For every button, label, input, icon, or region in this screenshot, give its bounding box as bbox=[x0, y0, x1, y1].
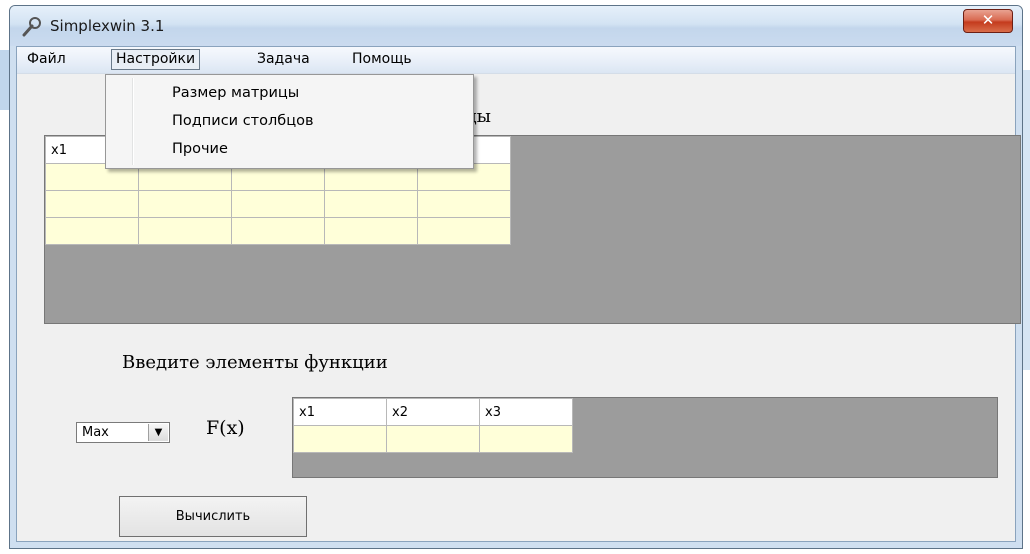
matrix-cell[interactable] bbox=[324, 217, 418, 245]
function-cell[interactable] bbox=[479, 425, 573, 453]
menu-settings[interactable]: Настройки bbox=[111, 49, 201, 70]
function-header-row: x1 x2 x3 bbox=[293, 398, 573, 426]
matrix-row bbox=[45, 217, 511, 245]
close-button[interactable]: ✕ bbox=[963, 9, 1013, 33]
menu-item-column-captions[interactable]: Подписи столбцов bbox=[172, 113, 314, 129]
function-row bbox=[293, 425, 573, 453]
menu-file[interactable]: Файл bbox=[23, 50, 70, 69]
function-section-title: Введите элементы функции bbox=[122, 352, 388, 373]
function-grid[interactable]: x1 x2 x3 bbox=[292, 397, 998, 478]
menu-gutter-separator bbox=[132, 78, 134, 165]
matrix-cell[interactable] bbox=[138, 217, 232, 245]
matrix-cell[interactable] bbox=[417, 217, 511, 245]
menu-bar: Файл Настройки Задача Помощь bbox=[17, 47, 1015, 74]
settings-dropdown-menu: Размер матрицы Подписи столбцов Прочие bbox=[105, 74, 474, 169]
window-title: Simplexwin 3.1 bbox=[50, 17, 165, 35]
matrix-cell[interactable] bbox=[231, 190, 325, 218]
function-header-cell[interactable]: x2 bbox=[386, 398, 480, 426]
matrix-row bbox=[45, 190, 511, 218]
calculate-button[interactable]: Вычислить bbox=[119, 496, 307, 537]
function-table: x1 x2 x3 bbox=[293, 398, 573, 453]
matrix-cell[interactable] bbox=[138, 190, 232, 218]
matrix-cell[interactable] bbox=[324, 190, 418, 218]
matrix-cell[interactable] bbox=[45, 190, 139, 218]
function-header-cell[interactable]: x1 bbox=[293, 398, 387, 426]
menu-item-other[interactable]: Прочие bbox=[172, 141, 228, 157]
desktop-edge-left bbox=[0, 50, 9, 110]
matrix-cell[interactable] bbox=[231, 217, 325, 245]
menu-item-matrix-size[interactable]: Размер матрицы bbox=[172, 85, 299, 101]
client-area: Файл Настройки Задача Помощь Размер матр… bbox=[16, 46, 1021, 542]
menu-help[interactable]: Помощь bbox=[348, 50, 416, 69]
function-header-cell[interactable]: x3 bbox=[479, 398, 573, 426]
function-cell[interactable] bbox=[386, 425, 480, 453]
desktop-edge-right bbox=[1023, 70, 1030, 370]
app-window: Simplexwin 3.1 ✕ Файл Настройки Задача П… bbox=[9, 5, 1023, 549]
select-value: Max bbox=[82, 425, 109, 440]
chevron-down-icon[interactable]: ▼ bbox=[148, 424, 168, 441]
menu-task[interactable]: Задача bbox=[253, 50, 314, 69]
close-icon: ✕ bbox=[981, 11, 995, 29]
optimization-mode-select[interactable]: Max ▼ bbox=[76, 422, 170, 443]
matrix-cell[interactable] bbox=[417, 190, 511, 218]
function-cell[interactable] bbox=[293, 425, 387, 453]
function-label: F(x) bbox=[206, 417, 245, 439]
title-bar[interactable]: Simplexwin 3.1 ✕ bbox=[10, 6, 1022, 46]
wrench-icon bbox=[22, 17, 41, 37]
matrix-cell[interactable] bbox=[45, 217, 139, 245]
